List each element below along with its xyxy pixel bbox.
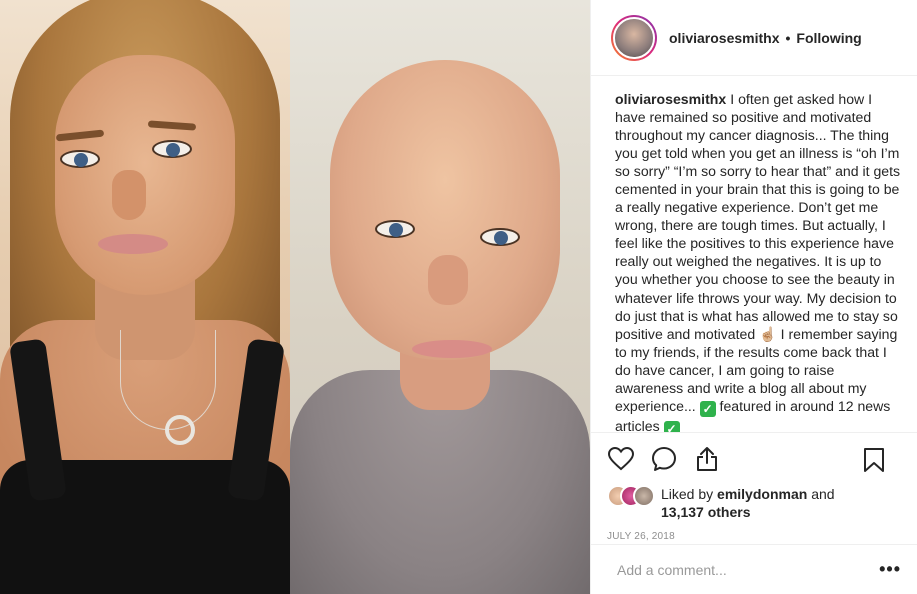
action-icons [607,445,903,473]
share-icon[interactable] [693,445,721,473]
lips [98,234,168,254]
likes-row: Liked by emilydonman and 13,137 others [607,485,903,521]
likes-conjunction: and [811,486,835,502]
post-sidebar: oliviarosesmithx • Following oliviaroses… [590,0,917,594]
check-mark-icon: ✓ [699,400,716,417]
point-up-emoji: ☝🏼 [759,325,777,342]
liker-username[interactable]: emilydonman [717,486,807,502]
liked-by-label: Liked by [661,486,714,502]
author-username[interactable]: oliviarosesmithx [669,30,780,46]
caption: oliviarosesmithx I often get asked how I … [591,76,917,432]
nose [428,255,468,305]
likes-summary: Liked by emilydonman and 13,137 others [661,485,835,521]
comment-input[interactable] [617,561,877,578]
bookmark-icon[interactable] [860,446,888,474]
avatar[interactable] [613,16,655,59]
nose [112,170,146,220]
action-section: Liked by emilydonman and 13,137 others J… [591,432,917,544]
post-date[interactable]: JULY 26, 2018 [607,531,903,542]
photo-right [290,0,590,594]
caption-username[interactable]: oliviarosesmithx [615,91,726,107]
face [55,55,235,295]
post-header: oliviarosesmithx • Following [591,0,917,76]
photo-left [0,0,290,594]
caption-text: I often get asked how I have remained so… [615,91,901,342]
check-mark-icon: ✓ [663,420,680,432]
eye [375,220,415,238]
liker-avatars[interactable] [607,485,657,507]
post-media[interactable] [0,0,590,594]
story-ring[interactable] [611,14,657,61]
eye [152,140,192,158]
liker-avatar[interactable] [633,485,655,507]
lips [412,340,492,358]
likes-count[interactable]: 13,137 others [661,504,751,520]
eye [480,228,520,246]
separator-dot: • [785,29,791,46]
eye [60,150,100,168]
following-button[interactable]: Following [796,30,861,46]
necklace-pendant [165,415,195,445]
face [330,60,560,360]
comment-bar: ••• [591,544,917,594]
more-options-icon[interactable]: ••• [877,559,901,580]
instagram-post: oliviarosesmithx • Following oliviaroses… [0,0,917,594]
heart-icon[interactable] [607,445,635,473]
comment-icon[interactable] [650,445,678,473]
necklace-chain [120,330,216,430]
